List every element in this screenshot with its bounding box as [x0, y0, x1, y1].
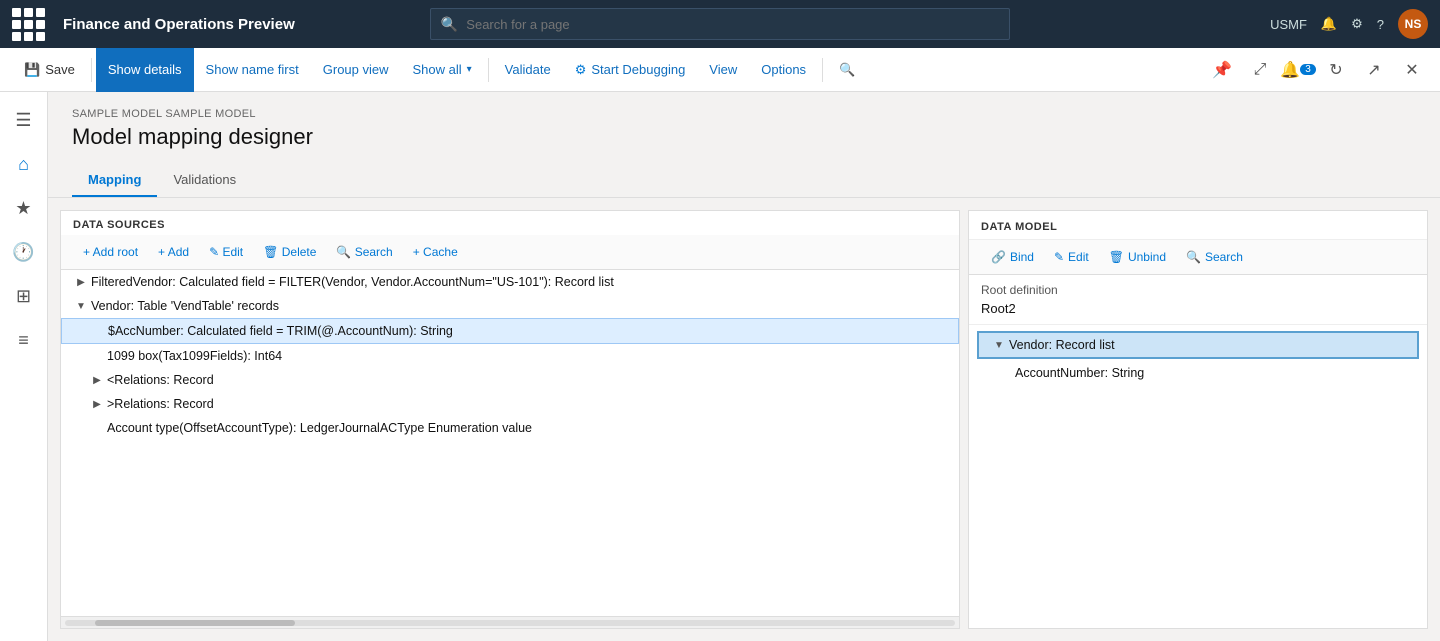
tree-item-account-type[interactable]: Account type(OffsetAccountType): LedgerJ…: [61, 416, 959, 440]
chevron-down-icon: ▼: [73, 298, 89, 314]
unbind-button[interactable]: 🗑 Unbind: [1099, 246, 1176, 268]
dm-search-icon: 🔍: [1186, 250, 1201, 264]
scroll-thumb: [95, 620, 295, 626]
chevron-right-3-icon: ▶: [89, 396, 105, 412]
top-nav: Finance and Operations Preview 🔍 USMF 🔔 …: [0, 0, 1440, 48]
group-view-button[interactable]: Group view: [311, 48, 401, 92]
notification-icon[interactable]: 🔔 3: [1282, 54, 1314, 86]
dm-chevron-placeholder-icon: [997, 365, 1013, 381]
debug-icon: ⚙: [575, 62, 587, 78]
view-button[interactable]: View: [697, 48, 749, 92]
data-model-tree: ▼ Vendor: Record list AccountNumber: Str…: [969, 325, 1427, 628]
trash-icon: 🗑: [1109, 250, 1124, 264]
avatar[interactable]: NS: [1398, 9, 1428, 39]
dm-chevron-down-icon: ▼: [991, 337, 1007, 353]
data-sources-title: DATA SOURCES: [61, 211, 959, 235]
data-model-toolbar: 🔗 Bind ✎ Edit 🗑 Unbind 🔍 Search: [969, 240, 1427, 275]
validate-button[interactable]: Validate: [493, 48, 563, 92]
delete-button[interactable]: 🗑 Delete: [253, 241, 326, 263]
search-icon: 🔍: [441, 16, 458, 33]
breadcrumb: SAMPLE MODEL SAMPLE MODEL: [72, 108, 1416, 120]
data-model-title: DATA MODEL: [969, 211, 1427, 240]
tree-item-vendor-table[interactable]: ▼ Vendor: Table 'VendTable' records: [61, 294, 959, 318]
app-grid-icon[interactable]: [12, 8, 45, 41]
scroll-track: [65, 620, 955, 626]
data-model-pane: DATA MODEL 🔗 Bind ✎ Edit 🗑 Unbind 🔍 Sear…: [968, 210, 1428, 629]
tree-item-relations-less[interactable]: ▶ <Relations: Record: [61, 368, 959, 392]
page-title: Model mapping designer: [72, 124, 1416, 150]
sidebar-workspaces-icon[interactable]: ⊞: [4, 276, 44, 316]
user-label[interactable]: USMF: [1270, 17, 1307, 32]
toolbar: 💾 Save Show details Show name first Grou…: [0, 48, 1440, 92]
bind-button[interactable]: 🔗 Bind: [981, 246, 1044, 268]
show-all-dropdown-icon: ▾: [467, 64, 472, 75]
refresh-icon[interactable]: ↻: [1320, 54, 1352, 86]
sidebar-home-icon[interactable]: ⌂: [4, 144, 44, 184]
content-area: SAMPLE MODEL SAMPLE MODEL Model mapping …: [48, 92, 1440, 641]
root-definition-label: Root definition: [969, 275, 1427, 299]
data-sources-tree: ▶ FilteredVendor: Calculated field = FIL…: [61, 270, 959, 616]
left-sidebar: ☰ ⌂ ★ 🕐 ⊞ ≡: [0, 92, 48, 641]
two-pane-layout: DATA SOURCES + Add root + Add ✎ Edit 🗑 D…: [48, 198, 1440, 641]
dm-edit-button[interactable]: ✎ Edit: [1044, 246, 1099, 268]
sidebar-menu-icon[interactable]: ☰: [4, 100, 44, 140]
data-sources-toolbar: + Add root + Add ✎ Edit 🗑 Delete 🔍 Searc…: [61, 235, 959, 270]
toolbar-separator-3: [822, 58, 823, 82]
show-all-button[interactable]: Show all ▾: [401, 48, 484, 92]
expand-icon[interactable]: ⤢: [1244, 54, 1276, 86]
dm-tree-item-accountnumber[interactable]: AccountNumber: String: [969, 361, 1427, 385]
sidebar-recent-icon[interactable]: 🕐: [4, 232, 44, 272]
help-icon[interactable]: ?: [1377, 17, 1384, 32]
tree-item-filtered-vendor[interactable]: ▶ FilteredVendor: Calculated field = FIL…: [61, 270, 959, 294]
chevron-right-2-icon: ▶: [89, 372, 105, 388]
dm-search-button[interactable]: 🔍 Search: [1176, 246, 1253, 268]
chevron-placeholder-3-icon: [89, 420, 105, 436]
tree-item-relations-greater[interactable]: ▶ >Relations: Record: [61, 392, 959, 416]
global-search[interactable]: 🔍: [430, 8, 1010, 40]
tabs-bar: Mapping Validations: [48, 164, 1440, 198]
horizontal-scrollbar[interactable]: [61, 616, 959, 628]
chevron-right-icon: ▶: [73, 274, 89, 290]
settings-icon[interactable]: ⚙: [1351, 16, 1363, 32]
start-debugging-button[interactable]: ⚙ Start Debugging: [563, 48, 698, 92]
add-root-button[interactable]: + Add root: [73, 241, 148, 263]
toolbar-separator-1: [91, 58, 92, 82]
search-button[interactable]: 🔍 Search: [326, 241, 402, 263]
toolbar-separator-2: [488, 58, 489, 82]
page-header: SAMPLE MODEL SAMPLE MODEL Model mapping …: [48, 92, 1440, 158]
add-button[interactable]: + Add: [148, 241, 199, 263]
link-icon: 🔗: [991, 250, 1006, 264]
search-toolbar-icon[interactable]: 🔍: [827, 48, 867, 92]
search-input[interactable]: [466, 17, 999, 32]
save-button[interactable]: 💾 Save: [12, 48, 87, 92]
notification-badge: 3: [1300, 64, 1316, 75]
show-details-button[interactable]: Show details: [96, 48, 194, 92]
close-icon[interactable]: ✕: [1396, 54, 1428, 86]
dm-tree-item-vendor[interactable]: ▼ Vendor: Record list: [977, 331, 1419, 359]
chevron-placeholder-icon: [90, 323, 106, 339]
data-sources-pane: DATA SOURCES + Add root + Add ✎ Edit 🗑 D…: [60, 210, 960, 629]
tab-validations[interactable]: Validations: [157, 164, 252, 197]
bell-icon[interactable]: 🔔: [1321, 16, 1337, 32]
chevron-placeholder-2-icon: [89, 348, 105, 364]
tree-item-accnumber[interactable]: $AccNumber: Calculated field = TRIM(@.Ac…: [61, 318, 959, 344]
save-icon: 💾: [24, 62, 40, 78]
toolbar-right-icons: 📌 ⤢ 🔔 3 ↻ ↗ ✕: [1206, 54, 1428, 86]
sidebar-favorites-icon[interactable]: ★: [4, 188, 44, 228]
options-button[interactable]: Options: [749, 48, 818, 92]
app-title: Finance and Operations Preview: [63, 16, 295, 33]
show-name-button[interactable]: Show name first: [194, 48, 311, 92]
edit-button[interactable]: ✎ Edit: [199, 241, 253, 263]
tab-mapping[interactable]: Mapping: [72, 164, 157, 197]
root-definition-value: Root2: [969, 299, 1427, 325]
cache-button[interactable]: + Cache: [403, 241, 468, 263]
pin-icon[interactable]: 📌: [1206, 54, 1238, 86]
tree-item-tax1099[interactable]: 1099 box(Tax1099Fields): Int64: [61, 344, 959, 368]
open-new-icon[interactable]: ↗: [1358, 54, 1390, 86]
main-layout: ☰ ⌂ ★ 🕐 ⊞ ≡ SAMPLE MODEL SAMPLE MODEL Mo…: [0, 92, 1440, 641]
pencil-icon: ✎: [1054, 250, 1064, 264]
top-nav-right: USMF 🔔 ⚙ ? NS: [1270, 9, 1428, 39]
sidebar-list-icon[interactable]: ≡: [4, 320, 44, 360]
